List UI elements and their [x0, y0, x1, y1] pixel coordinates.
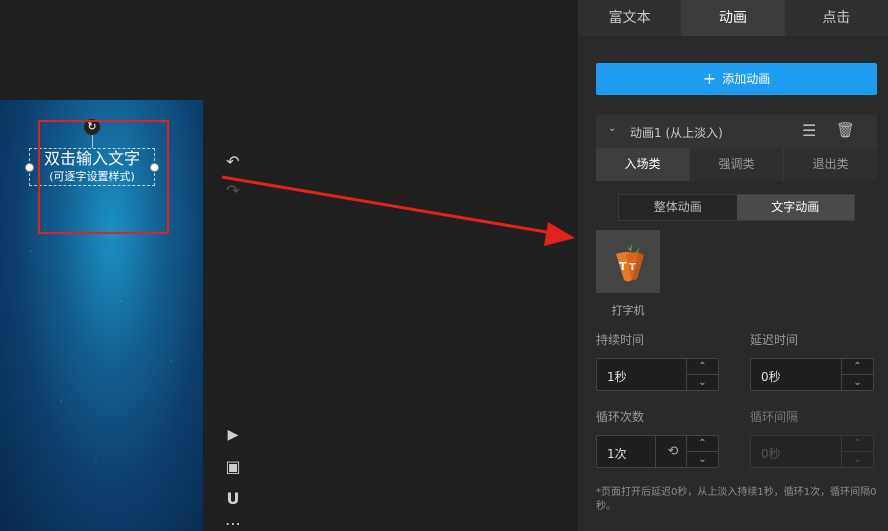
effect-typewriter[interactable]: T T	[596, 230, 660, 293]
tab-animation[interactable]: 动画	[681, 0, 785, 36]
duration-stepper[interactable]: 1秒 ⌃ ⌄	[596, 358, 719, 391]
frame-icon[interactable]: ▣	[224, 458, 242, 476]
menu-icon[interactable]: ☰	[802, 121, 816, 140]
arrow-head	[544, 222, 575, 246]
toggle-text-animation[interactable]: 文字动画	[736, 195, 854, 220]
add-animation-label: 添加动画	[722, 72, 771, 86]
properties-panel: 富文本 动画 点击 + 添加动画 ⌄ 动画1 (从上淡入) ☰ 🗑 入场类 强调类…	[578, 0, 888, 531]
delay-stepper[interactable]: 0秒 ⌃ ⌄	[750, 358, 874, 391]
more-icon[interactable]: ⋯	[224, 515, 242, 531]
loop-interval-label: 循环间隔	[750, 410, 799, 424]
toggle-whole-animation[interactable]: 整体动画	[619, 195, 737, 220]
loop-count-value[interactable]: 1次	[607, 445, 627, 462]
animation-mode-toggle: 整体动画 文字动画	[618, 194, 855, 221]
magnet-icon[interactable]: U	[224, 490, 242, 508]
chevron-down-icon[interactable]: ⌄	[687, 452, 718, 468]
delay-label: 延迟时间	[750, 333, 799, 347]
redo-icon[interactable]: ↷	[224, 182, 242, 200]
trash-icon[interactable]: 🗑	[836, 121, 855, 139]
chevron-down-icon: ⌄	[853, 453, 862, 465]
carrot-icon: T T	[616, 244, 644, 282]
tab-exit[interactable]: 退出类	[784, 148, 877, 181]
loop-count-label: 循环次数	[596, 410, 645, 424]
chevron-up-icon: ⌃	[842, 436, 873, 452]
add-animation-button[interactable]: + 添加动画	[596, 63, 877, 95]
duration-value[interactable]: 1秒	[607, 368, 627, 385]
infinite-loop-icon[interactable]: ⟲	[655, 436, 690, 467]
tab-rich-text[interactable]: 富文本	[578, 0, 681, 36]
play-icon[interactable]: ▶	[224, 426, 242, 444]
delay-spinner: ⌃ ⌄	[841, 359, 873, 390]
panel-tabs: 富文本 动画 点击	[578, 0, 888, 36]
chevron-up-icon[interactable]: ⌃	[687, 436, 718, 452]
duration-label: 持续时间	[596, 333, 645, 347]
loop-interval-stepper: 0秒 ⌃ ⌄	[750, 435, 874, 468]
animation-name: 动画1 (从上淡入)	[630, 126, 723, 140]
loop-interval-spinner: ⌃ ⌄	[841, 436, 873, 467]
chevron-down-icon[interactable]: ⌄	[608, 123, 616, 134]
carrot-letter: T	[629, 262, 636, 273]
chevron-down-icon[interactable]: ⌄	[687, 375, 718, 391]
loop-interval-value: 0秒	[761, 447, 781, 461]
tab-click[interactable]: 点击	[785, 0, 888, 36]
plus-icon: +	[702, 69, 717, 88]
undo-icon[interactable]: ↶	[224, 153, 242, 171]
carrot-letter: T	[619, 260, 627, 273]
effect-typewriter-label: 打字机	[611, 304, 645, 317]
tab-emphasis[interactable]: 强调类	[690, 148, 784, 181]
tab-entrance[interactable]: 入场类	[596, 148, 690, 181]
loop-count-stepper[interactable]: 1次 ⟲ ⌃ ⌄	[596, 435, 719, 468]
duration-spinner: ⌃ ⌄	[686, 359, 718, 390]
chevron-down-icon[interactable]: ⌄	[842, 375, 873, 391]
animation-category-tabs: 入场类 强调类 退出类	[596, 148, 877, 181]
arrow-shaft	[221, 175, 559, 236]
delay-value[interactable]: 0秒	[761, 368, 781, 385]
loop-count-spinner: ⌃ ⌄	[686, 436, 718, 467]
animation-item-header[interactable]: ⌄ 动画1 (从上淡入) ☰ 🗑	[596, 115, 877, 148]
chevron-up-icon[interactable]: ⌃	[842, 359, 873, 375]
chevron-up-icon[interactable]: ⌃	[687, 359, 718, 375]
animation-summary-note: *页面打开后延迟0秒，从上淡入持续1秒，循环1次，循环间隔0秒。	[596, 487, 877, 512]
